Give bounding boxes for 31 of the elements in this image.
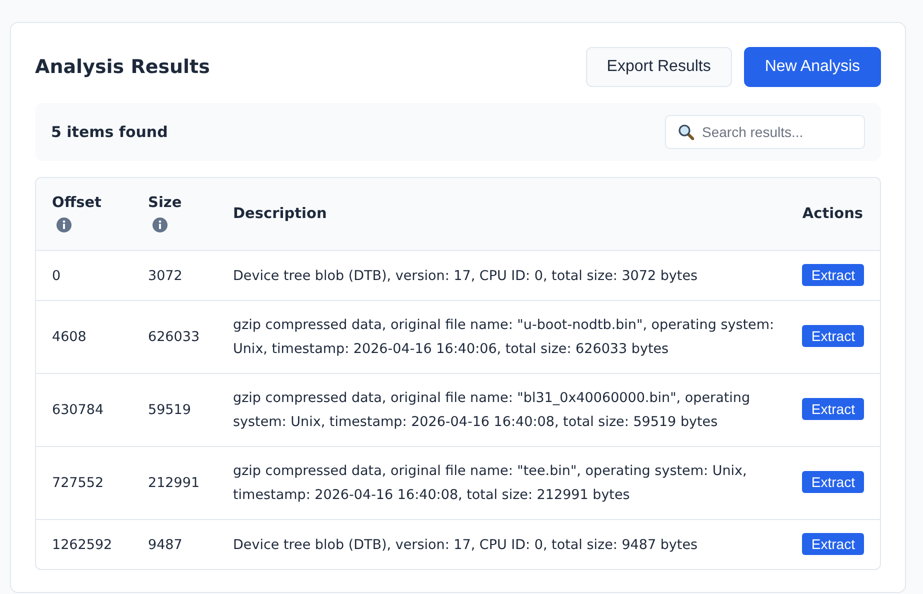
offset-cell: 1262592 [52, 536, 112, 552]
info-icon[interactable] [56, 217, 72, 233]
search-field[interactable]: Search results... [665, 115, 865, 149]
description-cell: gzip compressed data, original file name: "bl31_0x40060000.bin", operating system: Unix, timestamp: 2026-04-16 16:40:08, total size: 59519 bytes [233, 390, 750, 430]
extract-button[interactable]: Extract [802, 471, 864, 493]
column-header: Description [233, 206, 328, 222]
description-cell: gzip compressed data, original file name: "u-boot-nodtb.bin", operating system: Unix, timestamp: 2026-04-16 16:40:06, total size: 626033 bytes [233, 317, 774, 357]
size-cell: 212991 [148, 475, 200, 491]
item-count: 5 items found [51, 123, 168, 141]
offset-cell: 4608 [52, 329, 86, 345]
export-button[interactable]: Export Results [586, 47, 732, 87]
column-header: Size [148, 195, 183, 211]
new-analysis-button[interactable]: New Analysis [744, 47, 881, 87]
info-icon[interactable] [152, 217, 168, 233]
column-header: Offset [52, 195, 102, 211]
offset-cell: 630784 [52, 402, 104, 418]
extract-button[interactable]: Extract [802, 532, 864, 554]
description-cell: Device tree blob (DTB), version: 17, CPU ID: 0, total size: 3072 bytes [233, 268, 698, 284]
description-cell: Device tree blob (DTB), version: 17, CPU ID: 0, total size: 9487 bytes [233, 536, 698, 552]
extract-button[interactable]: Extract [802, 398, 864, 420]
size-cell: 9487 [148, 536, 182, 552]
offset-cell: 727552 [52, 475, 104, 491]
page-title: Analysis Results [35, 56, 210, 78]
size-cell: 59519 [148, 402, 191, 418]
extract-button[interactable]: Extract [802, 325, 864, 347]
size-cell: 626033 [148, 329, 200, 345]
column-header: Actions [802, 206, 864, 222]
extract-button[interactable]: Extract [802, 264, 864, 286]
size-cell: 3072 [148, 268, 182, 284]
description-cell: gzip compressed data, original file name: "tee.bin", operating system: Unix, timestamp: 2026-04-16 16:40:08, total size: 212991 bytes [233, 463, 747, 503]
offset-cell: 0 [52, 268, 61, 284]
